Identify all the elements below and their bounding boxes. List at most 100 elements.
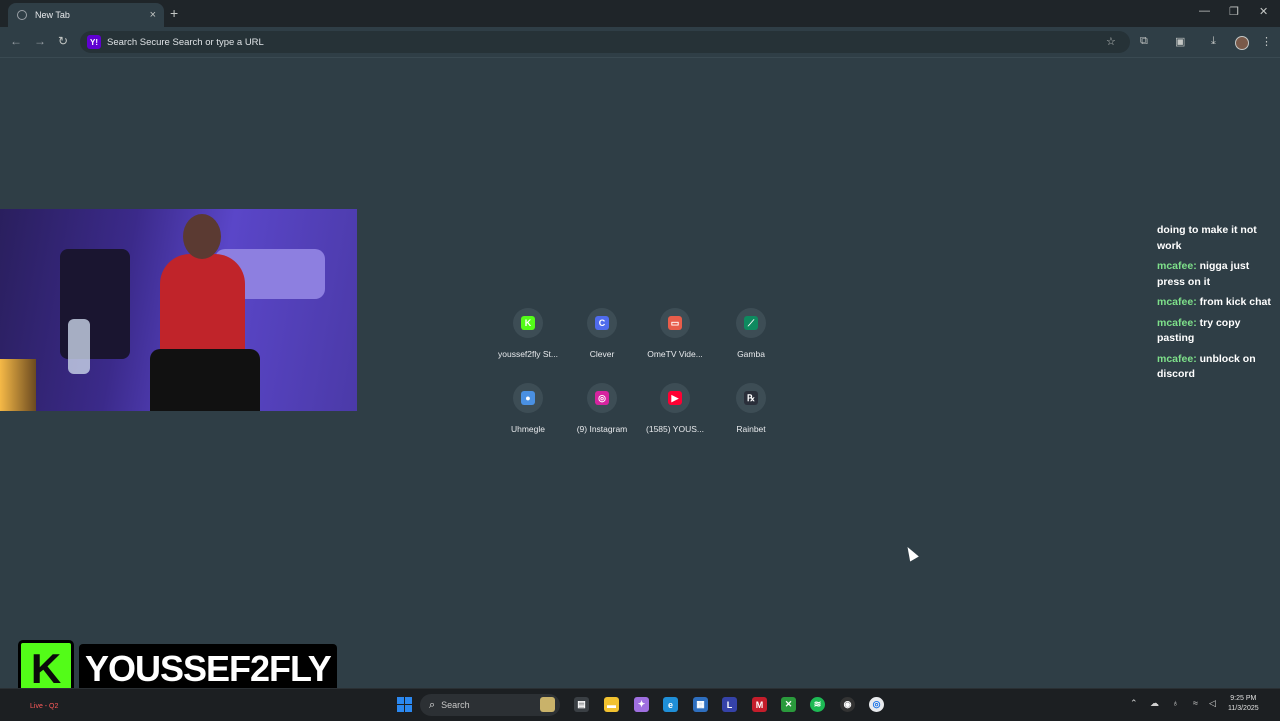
shortcut-icon-circle: ⟋ [736,308,766,338]
reload-icon[interactable]: ↻ [58,34,68,48]
menu-icon[interactable]: ⋮ [1261,35,1272,48]
obs-icon[interactable]: ◉ [840,697,855,712]
taskbar-search[interactable]: ⌕ Search [420,694,560,716]
live-status-text: Live - Q2 [30,703,59,710]
clock-time: 9:25 PM [1230,695,1257,702]
l-app-icon[interactable]: L [722,697,737,712]
start-windows-icon[interactable] [397,697,412,712]
new-tab-button[interactable]: + [170,5,178,21]
browser-toolbar: ← → ↻ Y! Search Secure Search or type a … [0,27,1280,58]
shortcut-icon-circle: ℞ [736,383,766,413]
search-engine-icon: Y! [87,35,101,49]
shortcut-tile[interactable]: K youssef2fly St... [493,308,563,359]
instagram-icon: ◎ [595,391,609,405]
uhmegle-icon: ● [521,391,535,405]
youtube-icon: ▶ [668,391,682,405]
minimize-button[interactable]: — [1199,5,1210,17]
shortcut-tile[interactable]: ● Uhmegle [493,383,563,434]
shortcut-tile[interactable]: ℞ Rainbet [716,383,786,434]
taskbar-search-label: Search [441,700,470,710]
file-explorer-icon[interactable]: ▬ [604,697,619,712]
address-bar[interactable]: Y! Search Secure Search or type a URL [80,31,1130,53]
streamer-legs [150,349,260,411]
clever-icon: C [595,316,609,330]
bookmark-star-icon[interactable]: ☆ [1106,35,1116,48]
shortcut-label: (1585) YOUS... [646,424,704,434]
water-bottle [68,319,90,374]
shortcut-tile[interactable]: ▶ (1585) YOUS... [640,383,710,434]
shortcut-label: Clever [589,349,615,359]
tab-new-tab[interactable]: New Tab × [8,3,164,27]
lamp-glow [0,359,36,411]
cloud-icon[interactable]: ☁ [1150,698,1159,709]
shortcut-label: Uhmegle [510,424,546,434]
search-icon: ⌕ [429,698,436,711]
chat-username: mcafee: [1157,260,1197,272]
store-icon[interactable]: ▦ [693,697,708,712]
channel-name: YOUSSEF2FLY [79,644,337,694]
streamer-body [160,254,245,364]
windows-taskbar: Live - Q2 ⌕ Search ▤ ▬ ✦ e ▦ L M ✕ ≋ ◉ ◎… [0,688,1280,721]
tab-title: New Tab [35,10,70,20]
shortcut-tile[interactable]: ▭ OmeTV Vide... [640,308,710,359]
shortcut-icon-circle: ● [513,383,543,413]
xbox-icon[interactable]: ✕ [781,697,796,712]
ometv-icon: ▭ [668,316,682,330]
shortcut-icon-circle: ◎ [587,383,617,413]
wifi-icon[interactable]: ≈ [1193,698,1198,708]
shortcut-tile[interactable]: C Clever [567,308,637,359]
webcam-overlay [0,209,357,411]
chat-message: mcafee: try copy pasting [1157,316,1279,347]
shortcut-icon-circle: K [513,308,543,338]
tab-close-icon[interactable]: × [150,9,156,21]
shortcut-icon-circle: ▭ [660,308,690,338]
shortcut-label: OmeTV Vide... [647,349,703,359]
back-icon[interactable]: ← [10,34,22,48]
chat-message: mcafee: unblock on discord [1157,352,1279,383]
extensions-icon[interactable]: ⧉ [1140,35,1148,48]
chat-username: mcafee: [1157,296,1197,308]
shortcut-label: Rainbet [736,424,766,434]
system-clock[interactable]: 9:25 PM 11/3/2025 [1228,694,1259,714]
chat-partial-line: ... ...... ..... .. .. [1157,217,1222,223]
shortcut-label: youssef2fly St... [498,349,558,359]
clock-date: 11/3/2025 [1228,705,1259,712]
gamba-icon: ⟋ [744,316,758,330]
mouse-cursor-icon [903,544,919,562]
spotify-icon[interactable]: ≋ [810,697,825,712]
tab-strip: New Tab × + — ❐ ✕ [0,0,1280,27]
chat-message: mcafee: nigga just press on it [1157,259,1279,290]
chrome-icon[interactable]: ◎ [869,697,884,712]
shortcut-tile[interactable]: ⟋ Gamba [716,308,786,359]
chat-message: mcafee: from kick chat [1157,295,1279,311]
edge-icon[interactable]: e [663,697,678,712]
globe-icon [17,10,27,20]
chat-username: mcafee: [1157,316,1197,329]
chevron-up-icon[interactable]: ⌃ [1130,698,1138,709]
copilot-icon[interactable]: ✦ [634,697,649,712]
chat-text: doing to make it not work [1157,224,1257,252]
download-icon[interactable]: ⤓ [1211,35,1216,48]
shortcut-tile[interactable]: ◎ (9) Instagram [567,383,637,434]
chat-username: mcafee: [1157,352,1197,365]
cast-icon[interactable]: ▣ [1175,35,1185,48]
forward-icon[interactable]: → [34,34,46,48]
window-close-button[interactable]: ✕ [1259,5,1268,18]
address-placeholder: Search Secure Search or type a URL [107,36,264,48]
chat-message: doing to make it not work [1157,223,1279,254]
search-highlight-icon[interactable] [540,697,555,712]
profile-avatar[interactable] [1235,36,1249,50]
shortcut-icon-circle: C [587,308,617,338]
restore-button[interactable]: ❐ [1229,5,1239,18]
shortcut-label: (9) Instagram [576,424,628,434]
mcafee-icon[interactable]: M [752,697,767,712]
volume-icon[interactable]: ◁ [1209,698,1216,709]
rainbet-icon: ℞ [744,391,758,405]
shortcut-label: Gamba [737,349,765,359]
streamer-head [183,214,221,259]
microphone-icon[interactable]: ♁ [1172,698,1179,708]
task-view-icon[interactable]: ▤ [574,697,589,712]
chat-text: from kick chat [1199,296,1271,308]
kick-icon: K [521,316,535,330]
stream-chat-overlay: ... ...... ..... .. .. doing to make it … [1157,216,1279,388]
